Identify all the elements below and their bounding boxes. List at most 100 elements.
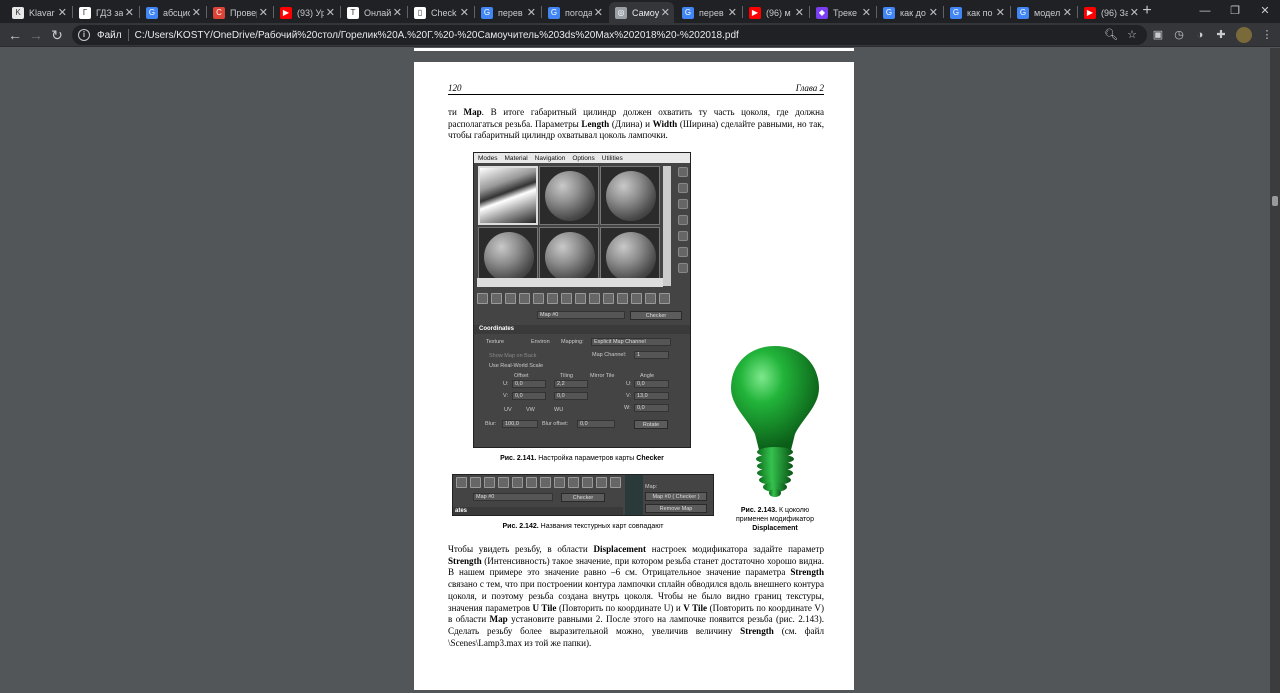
tab-separator	[340, 6, 341, 18]
tab[interactable]: ▶ (96) м ✕	[743, 2, 808, 23]
menu-material: Material	[504, 154, 528, 162]
scrollbar-thumb[interactable]	[1272, 196, 1278, 206]
tab-close-icon[interactable]: ✕	[1063, 6, 1072, 19]
minimize-button[interactable]: —	[1190, 0, 1220, 23]
tab-separator	[206, 6, 207, 18]
tab-separator	[1077, 6, 1078, 18]
u-label: U:	[626, 381, 632, 387]
tab[interactable]: Gмодел ✕	[1011, 2, 1076, 23]
tab[interactable]: K Klavar ✕	[6, 2, 71, 23]
tab-close-icon[interactable]: ✕	[996, 6, 1005, 19]
tab[interactable]: ▶ (96) За ✕	[1078, 2, 1143, 23]
map-type-button: Checker	[630, 311, 682, 320]
pdf-viewer[interactable]: 120 Глава 2 ти Map. В итоге габаритный ц…	[0, 48, 1280, 693]
tab[interactable]: ▶ (93) Ур ✕	[274, 2, 339, 23]
favicon-icon: ▶	[749, 6, 761, 19]
menu-icon[interactable]: ⋮	[1259, 27, 1275, 43]
tab-close-icon[interactable]: ✕	[326, 6, 335, 19]
horizontal-scrollbar	[477, 278, 663, 287]
favicon-icon: ▶	[280, 6, 292, 19]
v-label: V:	[626, 393, 631, 399]
tab[interactable]: Gкак до ✕	[877, 2, 942, 23]
tab[interactable]: Г ГДЗ за ✕	[73, 2, 138, 23]
rotate-button: Rotate	[634, 420, 668, 429]
tab-close-icon[interactable]: ✕	[728, 6, 737, 19]
tab-close-icon[interactable]: ✕	[125, 6, 134, 19]
new-tab-button[interactable]: +	[1138, 2, 1156, 20]
v-label: V:	[503, 393, 508, 399]
tab[interactable]: ◆ Треке ✕	[810, 2, 875, 23]
coordinates-rollout: Coordinates	[474, 325, 690, 334]
tab-title: перев	[498, 7, 523, 18]
tab-close-icon[interactable]: ✕	[862, 6, 871, 19]
favicon-icon: G	[1017, 6, 1029, 19]
material-editor-figure: Modes Material Navigation Options Utilit…	[473, 152, 691, 448]
rollout-header: ates	[453, 507, 623, 515]
pdf-page: 120 Глава 2 ти Map. В итоге габаритный ц…	[414, 62, 854, 690]
previous-page	[414, 48, 854, 51]
extension-icon[interactable]: ▣	[1150, 27, 1166, 43]
menu-utilities: Utilities	[601, 154, 623, 162]
map-names-figure: Map #0 Checker ates Map: Map #0 ( Checke…	[452, 474, 714, 516]
favicon-icon: G	[682, 6, 694, 19]
tab-close-icon[interactable]: ✕	[58, 6, 67, 19]
tab-title: модел	[1034, 7, 1061, 18]
tab-close-icon[interactable]: ✕	[661, 6, 670, 19]
tab-strip: KKlavar✕ГГДЗ за✕Gабсцис✕CПровер✕▶(93) Ур…	[0, 0, 1280, 23]
address-bar[interactable]: i Файл C:/Users/KOSTY/OneDrive/Рабочий%2…	[72, 25, 1147, 45]
page-scrollbar[interactable]	[1270, 48, 1280, 693]
tab[interactable]: Gперев ✕	[475, 2, 540, 23]
tab-separator	[809, 6, 810, 18]
tab-close-icon[interactable]: ✕	[795, 6, 804, 19]
tab[interactable]: Gперев ✕	[676, 2, 741, 23]
tab[interactable]: C Провер✕	[207, 2, 272, 23]
tab-title: (96) м	[766, 7, 791, 18]
tab[interactable]: ▯ Check ✕	[408, 2, 473, 23]
tab-close-icon[interactable]: ✕	[460, 6, 469, 19]
map-name-field: Map #0	[537, 311, 625, 319]
extensions-puzzle-icon[interactable]: ✚	[1213, 27, 1229, 43]
chapter-title: Глава 2	[795, 83, 824, 93]
uv-radio: UV	[504, 407, 512, 413]
tab-title: Онлай	[364, 7, 391, 18]
tiling-label: Tiling	[560, 373, 573, 379]
favicon-icon: ▶	[1084, 6, 1096, 19]
tab-title: Провер	[230, 7, 257, 18]
tab-close-icon[interactable]: ✕	[192, 6, 201, 19]
back-icon[interactable]: ←	[6, 26, 24, 44]
info-icon[interactable]: i	[78, 29, 90, 41]
extension-icon[interactable]: ◑	[1192, 27, 1208, 43]
history-icon[interactable]: ◷	[1171, 27, 1187, 43]
avatar[interactable]	[1236, 27, 1252, 43]
real-world-scale-check: Use Real-World Scale	[489, 363, 544, 369]
tab[interactable]: Gкак по ✕	[944, 2, 1009, 23]
tab-title: как по	[967, 7, 993, 18]
close-window-button[interactable]: ✕	[1250, 0, 1280, 23]
tab-close-icon[interactable]: ✕	[393, 6, 402, 19]
reload-icon[interactable]: ↻	[48, 26, 66, 44]
tab-close-icon[interactable]: ✕	[594, 6, 603, 19]
zoom-icon[interactable]: 🔍︎	[1103, 27, 1119, 43]
tab[interactable]: Gпогода ✕	[542, 2, 607, 23]
tab-separator	[541, 6, 542, 18]
tab-close-icon[interactable]: ✕	[259, 6, 268, 19]
w-angle-field: 0,0	[634, 404, 669, 412]
favicon-icon: ▯	[414, 6, 426, 19]
bookmark-star-icon[interactable]: ☆	[1124, 27, 1140, 43]
tab-title: Klavar	[29, 7, 55, 18]
tab[interactable]: Gабсцис ✕	[140, 2, 205, 23]
tab-close-icon[interactable]: ✕	[527, 6, 536, 19]
forward-icon[interactable]: →	[27, 26, 45, 44]
tab[interactable]: T Онлай ✕	[341, 2, 406, 23]
tab[interactable]: ◎ Самоу ✕	[609, 2, 674, 23]
background-icon	[678, 199, 688, 209]
tab-title: Самоу	[632, 7, 659, 18]
tab-title: абсцис	[163, 7, 190, 18]
url-text[interactable]: C:/Users/KOSTY/OneDrive/Рабочий%20стол/Г…	[135, 30, 739, 41]
w-label: W:	[624, 405, 631, 411]
video-color-icon	[678, 231, 688, 241]
map-type-button: Checker	[561, 493, 605, 502]
wu-radio: WU	[554, 407, 564, 413]
tab-close-icon[interactable]: ✕	[929, 6, 938, 19]
maximize-button[interactable]: ❐	[1220, 0, 1250, 23]
